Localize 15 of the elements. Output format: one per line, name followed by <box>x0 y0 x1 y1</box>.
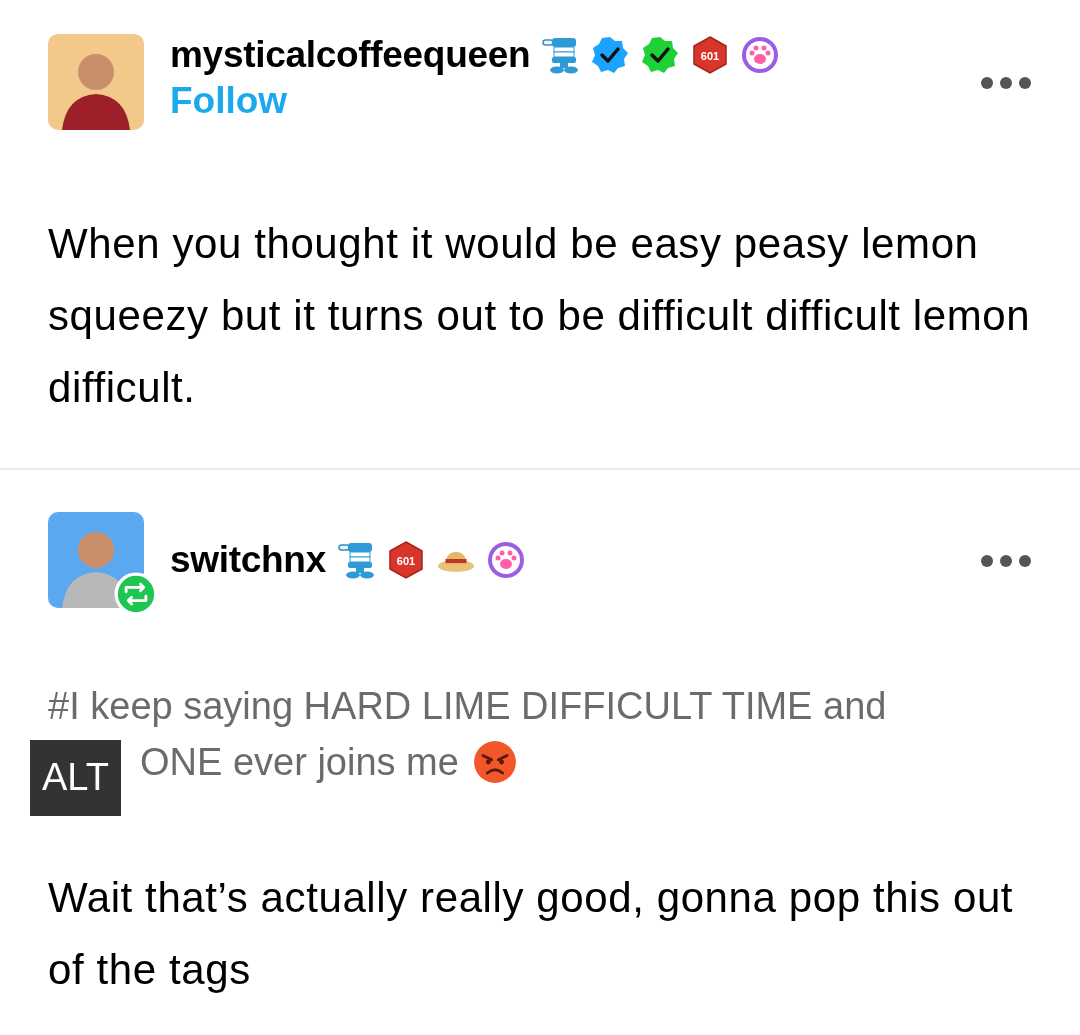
post-text: When you thought it would be easy peasy lemon squeezy but it turns out to be difficult difficult lemon difficult. <box>48 219 1032 413</box>
avatar[interactable] <box>48 34 144 130</box>
paw-badge-icon <box>740 35 781 75</box>
post-text: Wait that’s actually really good, gonna pop this out of the tags <box>48 873 1015 995</box>
tag-text: #I keep saying HARD LIME DIFFICULT TIME and <box>48 684 888 729</box>
avatar[interactable] <box>48 512 144 608</box>
angry-face-icon <box>472 740 517 784</box>
username[interactable]: mysticalcoffeequeen <box>170 34 531 76</box>
alt-badge[interactable]: ALT <box>30 740 121 816</box>
more-options-icon[interactable] <box>980 76 1032 90</box>
reblog-icon <box>114 572 158 616</box>
paw-badge-icon <box>485 540 526 580</box>
tag-text: ONE ever joins me <box>140 740 459 785</box>
username[interactable]: switchnx <box>170 539 326 581</box>
more-options-icon[interactable] <box>980 554 1032 568</box>
